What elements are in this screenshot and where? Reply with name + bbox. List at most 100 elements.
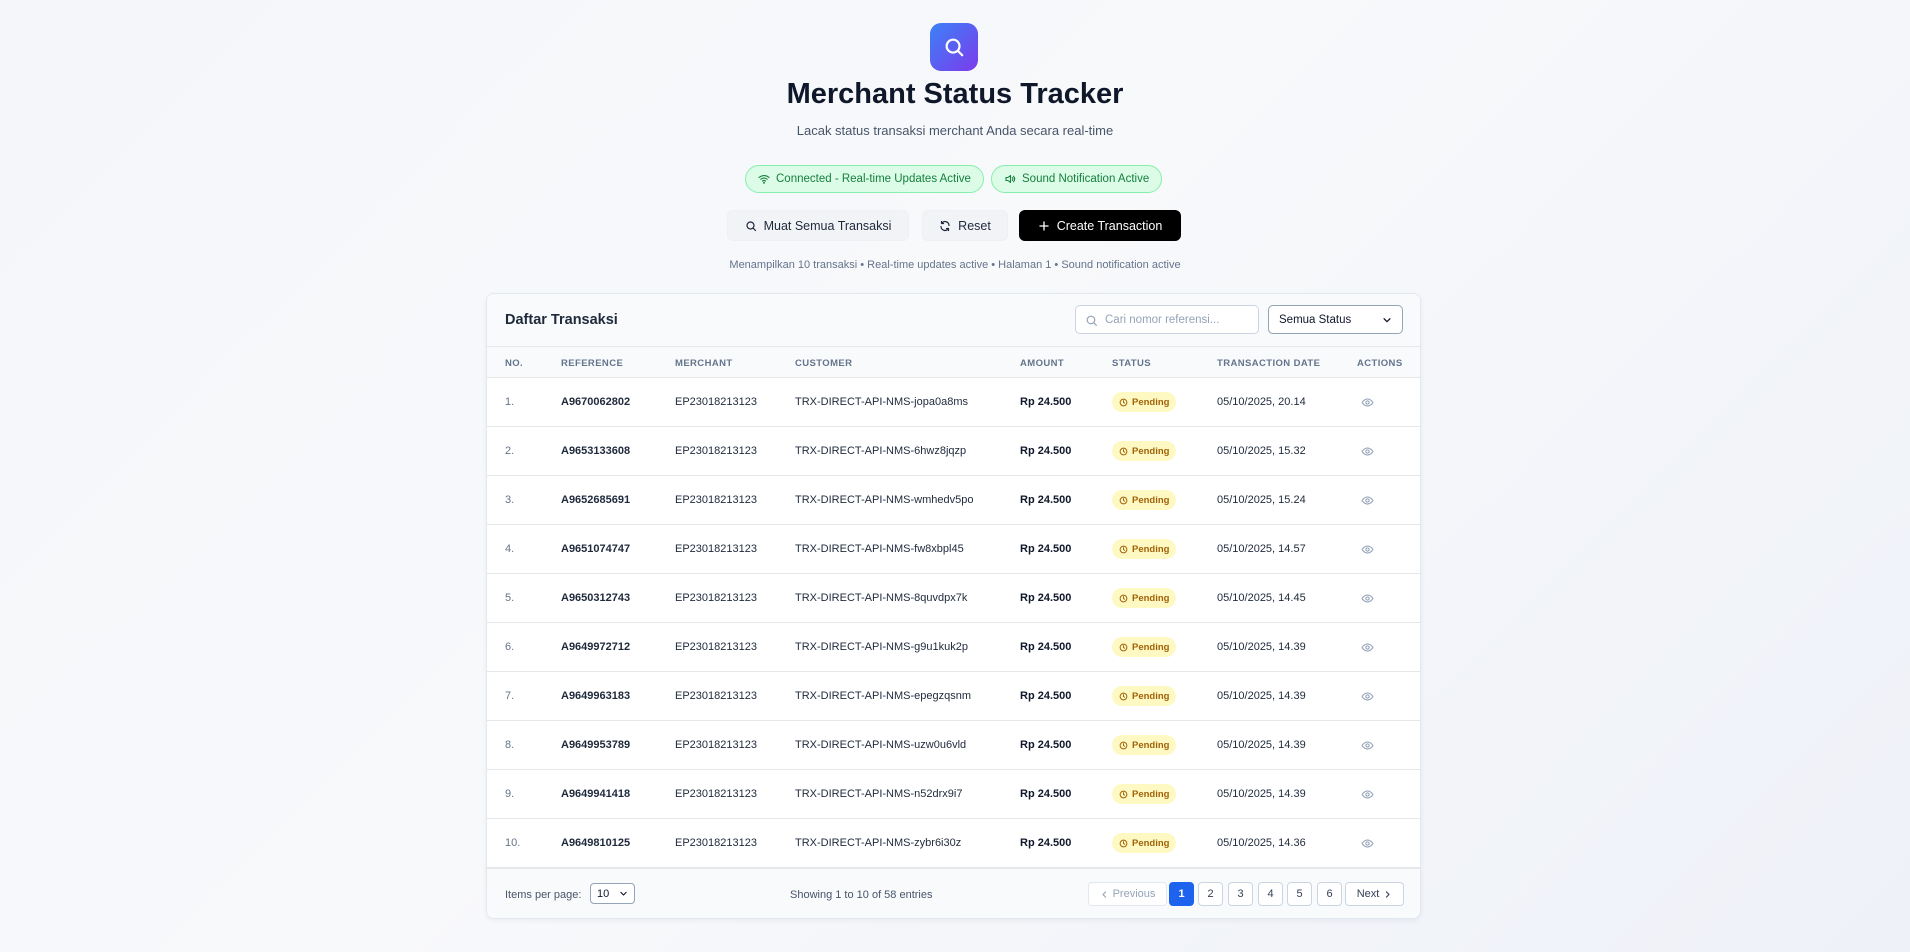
view-details-icon[interactable] — [1361, 641, 1374, 654]
reset-label: Reset — [958, 218, 991, 233]
column-header-merchant: Merchant — [675, 358, 733, 369]
search-icon — [745, 220, 756, 231]
table-row: 5. A9650312743 EP23018213123 TRX-DIRECT-… — [487, 574, 1420, 623]
logo — [930, 23, 978, 71]
items-per-page-value: 10 — [597, 887, 610, 900]
transaction-date-cell: 05/10/2025, 14.39 — [1217, 788, 1306, 800]
transaction-date-cell: 05/10/2025, 20.14 — [1217, 396, 1306, 408]
status-badge: Pending — [1112, 784, 1177, 804]
status-label: Pending — [1132, 739, 1170, 751]
merchant-cell: EP23018213123 — [675, 837, 757, 849]
row-number: 7. — [505, 690, 515, 702]
table-row: 10. A9649810125 EP23018213123 TRX-DIRECT… — [487, 819, 1420, 868]
row-number: 4. — [505, 543, 515, 555]
page-title: Merchant Status Tracker — [786, 78, 1124, 110]
status-filter-select[interactable]: Semua Status — [1268, 305, 1403, 334]
view-details-icon[interactable] — [1361, 739, 1374, 752]
table-row: 3. A9652685691 EP23018213123 TRX-DIRECT-… — [487, 476, 1420, 525]
transaction-date-cell: 05/10/2025, 14.57 — [1217, 543, 1306, 555]
view-details-icon[interactable] — [1361, 690, 1374, 703]
next-page-button[interactable]: Next — [1345, 882, 1404, 906]
status-label: Pending — [1132, 641, 1170, 653]
status-label: Pending — [1132, 396, 1170, 408]
amount-cell: Rp 24.500 — [1020, 739, 1072, 751]
status-badge: Pending — [1112, 686, 1177, 706]
page-button-4[interactable]: 4 — [1258, 882, 1283, 906]
merchant-cell: EP23018213123 — [675, 690, 757, 702]
customer-cell: TRX-DIRECT-API-NMS-epegzqsnm — [795, 690, 972, 702]
table-row: 9. A9649941418 EP23018213123 TRX-DIRECT-… — [487, 770, 1420, 819]
merchant-cell: EP23018213123 — [675, 494, 757, 506]
row-number: 2. — [505, 445, 515, 457]
status-badge: Pending — [1112, 833, 1177, 853]
view-details-icon[interactable] — [1361, 592, 1374, 605]
customer-cell: TRX-DIRECT-API-NMS-n52drx9i7 — [795, 788, 963, 800]
view-details-icon[interactable] — [1361, 788, 1374, 801]
row-number: 8. — [505, 739, 515, 751]
view-details-icon[interactable] — [1361, 494, 1374, 507]
reference-cell: A9650312743 — [561, 592, 631, 604]
view-details-icon[interactable] — [1361, 445, 1374, 458]
plus-icon — [1039, 220, 1049, 231]
transaction-date-cell: 05/10/2025, 14.36 — [1217, 837, 1306, 849]
page-button-5[interactable]: 5 — [1287, 882, 1312, 906]
customer-cell: TRX-DIRECT-API-NMS-g9u1kuk2p — [795, 641, 968, 653]
card-title: Daftar Transaksi — [505, 312, 618, 328]
sound-status-badge: Sound Notification Active — [991, 165, 1163, 193]
page-button-6[interactable]: 6 — [1317, 882, 1342, 906]
amount-cell: Rp 24.500 — [1020, 837, 1072, 849]
view-details-icon[interactable] — [1361, 396, 1374, 409]
refresh-icon — [940, 220, 950, 231]
previous-page-button[interactable]: Previous — [1088, 882, 1167, 906]
create-transaction-label: Create Transaction — [1056, 218, 1163, 233]
load-all-transactions-button[interactable]: Muat Semua Transaksi — [727, 210, 909, 241]
status-filter-value: Semua Status — [1279, 313, 1352, 326]
page-button-3[interactable]: 3 — [1228, 882, 1253, 906]
page-button-1[interactable]: 1 — [1169, 882, 1194, 906]
previous-label: Previous — [1112, 888, 1156, 900]
status-label: Pending — [1132, 592, 1170, 604]
customer-cell: TRX-DIRECT-API-NMS-wmhedv5po — [795, 494, 974, 506]
merchant-cell: EP23018213123 — [675, 739, 757, 751]
transaction-date-cell: 05/10/2025, 14.39 — [1217, 641, 1306, 653]
column-header-no: No. — [505, 358, 524, 369]
table-row: 7. A9649963183 EP23018213123 TRX-DIRECT-… — [487, 672, 1420, 721]
status-label: Pending — [1132, 837, 1170, 849]
transaction-date-cell: 05/10/2025, 14.39 — [1217, 739, 1306, 751]
page-button-2[interactable]: 2 — [1198, 882, 1223, 906]
column-header-customer: Customer — [795, 358, 853, 369]
status-badge: Pending — [1112, 392, 1177, 412]
card-header: Daftar Transaksi Semua Status — [487, 294, 1420, 347]
merchant-cell: EP23018213123 — [675, 592, 757, 604]
reset-button[interactable]: Reset — [922, 210, 1008, 241]
connection-status-text: Connected - Real-time Updates Active — [776, 173, 971, 185]
table-body: 1. A9670062802 EP23018213123 TRX-DIRECT-… — [487, 378, 1420, 868]
reference-cell: A9649810125 — [561, 837, 631, 849]
amount-cell: Rp 24.500 — [1020, 494, 1072, 506]
items-per-page-label: Items per page: — [505, 889, 582, 901]
clock-icon — [1119, 447, 1128, 455]
view-details-icon[interactable] — [1361, 543, 1374, 556]
status-badge: Pending — [1112, 588, 1177, 608]
merchant-cell: EP23018213123 — [675, 788, 757, 800]
column-header-status: Status — [1112, 358, 1151, 369]
table-row: 1. A9670062802 EP23018213123 TRX-DIRECT-… — [487, 378, 1420, 427]
merchant-cell: EP23018213123 — [675, 641, 757, 653]
items-per-page-select[interactable]: 10 — [590, 883, 635, 904]
row-number: 10. — [505, 837, 521, 849]
create-transaction-button[interactable]: Create Transaction — [1019, 210, 1181, 241]
table-row: 6. A9649972712 EP23018213123 TRX-DIRECT-… — [487, 623, 1420, 672]
transaction-date-cell: 05/10/2025, 14.45 — [1217, 592, 1306, 604]
status-badge: Pending — [1112, 539, 1177, 559]
row-number: 5. — [505, 592, 515, 604]
column-header-transaction-date: Transaction Date — [1217, 358, 1321, 369]
reference-cell: A9651074747 — [561, 543, 631, 555]
chevron-left-icon — [1102, 890, 1106, 898]
showing-entries-text: Showing 1 to 10 of 58 entries — [790, 889, 933, 901]
view-details-icon[interactable] — [1361, 837, 1374, 850]
search-input[interactable] — [1105, 306, 1255, 333]
clock-icon — [1119, 496, 1128, 504]
amount-cell: Rp 24.500 — [1020, 445, 1072, 457]
customer-cell: TRX-DIRECT-API-NMS-8quvdpx7k — [795, 592, 968, 604]
status-label: Pending — [1132, 445, 1170, 457]
